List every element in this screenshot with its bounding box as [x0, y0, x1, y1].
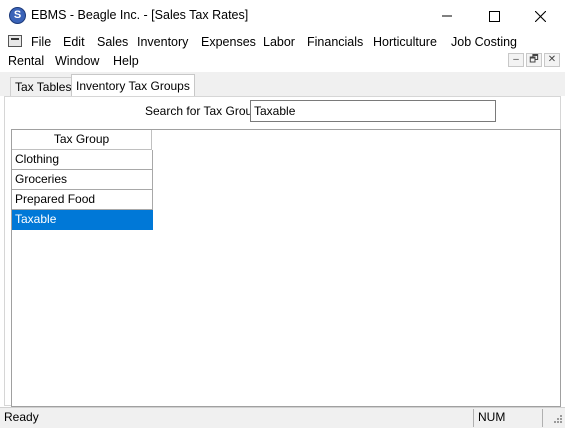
status-divider	[542, 409, 543, 427]
close-button[interactable]	[517, 0, 563, 32]
resize-grip-icon[interactable]	[549, 412, 563, 426]
minimize-button[interactable]	[424, 0, 470, 32]
menu-window[interactable]: Window	[55, 53, 99, 69]
status-text: Ready	[4, 410, 39, 424]
table-row-selected[interactable]: Taxable	[12, 210, 153, 230]
system-menu-icon[interactable]	[8, 35, 22, 47]
menu-file[interactable]: File	[31, 34, 51, 50]
table-row[interactable]: Clothing	[12, 150, 153, 170]
column-header-tax-group[interactable]: Tax Group	[12, 130, 152, 150]
search-label: Search for Tax Group	[145, 104, 259, 118]
menu-rental[interactable]: Rental	[8, 53, 44, 69]
mdi-minimize-button[interactable]: –	[508, 53, 524, 67]
tab-inventory-tax-groups[interactable]: Inventory Tax Groups	[71, 74, 195, 96]
menu-edit[interactable]: Edit	[63, 34, 85, 50]
maximize-icon	[488, 10, 500, 22]
close-icon	[534, 10, 546, 22]
num-lock-indicator: NUM	[478, 410, 506, 424]
menu-inventory[interactable]: Inventory	[137, 34, 188, 50]
menu-sales[interactable]: Sales	[97, 34, 128, 50]
menu-labor[interactable]: Labor	[263, 34, 295, 50]
table-row[interactable]: Groceries	[12, 170, 153, 190]
table-row[interactable]: Prepared Food	[12, 190, 153, 210]
status-divider	[473, 409, 474, 427]
menu-financials[interactable]: Financials	[307, 34, 363, 50]
search-input[interactable]	[250, 100, 496, 122]
menu-help[interactable]: Help	[113, 53, 139, 69]
mdi-close-button[interactable]: ✕	[544, 53, 560, 67]
tab-tax-tables[interactable]: Tax Tables	[10, 77, 77, 96]
minimize-icon	[442, 15, 452, 17]
menu-expenses[interactable]: Expenses	[201, 34, 256, 50]
menu-job-costing[interactable]: Job Costing	[451, 34, 517, 50]
menu-horticulture[interactable]: Horticulture	[373, 34, 437, 50]
maximize-button[interactable]	[471, 0, 517, 32]
app-icon[interactable]: S	[9, 7, 26, 24]
mdi-restore-button[interactable]: 🗗	[526, 53, 542, 67]
window-title: EBMS - Beagle Inc. - [Sales Tax Rates]	[31, 8, 249, 22]
